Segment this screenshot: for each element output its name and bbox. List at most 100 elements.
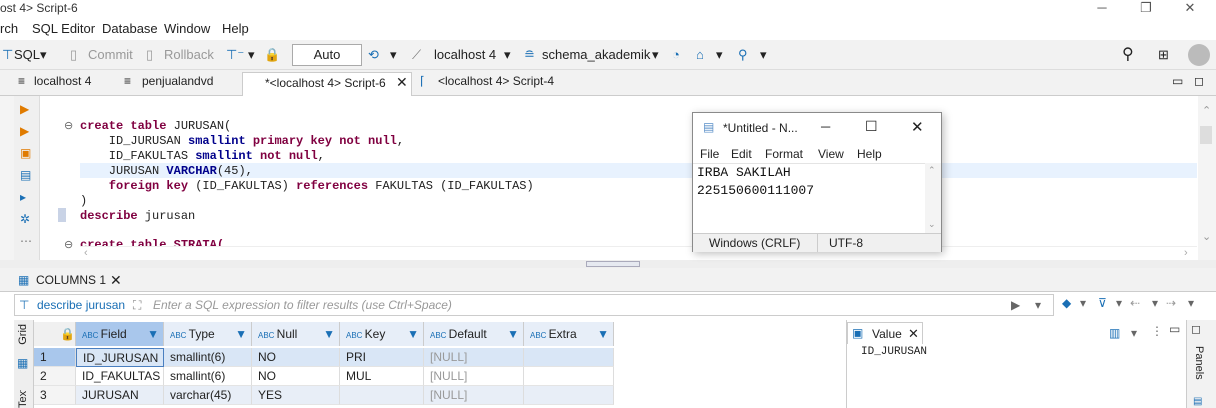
row-number[interactable]: 1 [34, 348, 76, 367]
maximize-icon[interactable]: ◻ [1191, 322, 1201, 336]
column-header-null[interactable]: ABC Null ▼ [252, 322, 340, 346]
grid-icon[interactable]: ▦ [17, 356, 28, 370]
scroll-thumb[interactable] [1200, 126, 1212, 144]
column-header-key[interactable]: ABC Key ▼ [340, 322, 424, 346]
minimize-icon[interactable]: ▭ [1169, 322, 1180, 336]
dashboard-icon[interactable]: ◔ [672, 47, 680, 62]
avatar[interactable] [1188, 44, 1210, 66]
menu-window[interactable]: Window [164, 21, 210, 36]
code-line-5[interactable]: foreign key (ID_FAKULTAS) references FAK… [80, 179, 534, 193]
maximize-button[interactable]: ❐ [1132, 0, 1160, 16]
table-cell[interactable]: MUL [340, 367, 424, 386]
row-number[interactable]: 3 [34, 386, 76, 405]
code-line-6[interactable]: ) [80, 194, 87, 208]
column-header-type[interactable]: ABC Type ▼ [164, 322, 252, 346]
table-cell[interactable]: ID_FAKULTAS [76, 367, 164, 386]
close-icon[interactable]: ✕ [110, 272, 122, 289]
filter-icon[interactable]: ⊽ [1098, 296, 1107, 310]
splitter-handle[interactable] [586, 261, 640, 267]
table-cell[interactable]: [NULL] [424, 386, 524, 405]
scroll-up-icon[interactable]: ⌃ [1202, 104, 1211, 117]
chevron-down-icon[interactable]: ▼ [597, 322, 609, 346]
code-line-8[interactable]: create table STRATA( [80, 238, 224, 246]
chevron-down-icon[interactable]: ▾ [248, 47, 255, 63]
code-line-3[interactable]: ID_FAKULTAS smallint not null, [80, 149, 325, 163]
rollback-button[interactable]: Rollback [164, 47, 214, 62]
menu-sql-editor[interactable]: SQL Editor [32, 21, 95, 36]
table-cell[interactable] [524, 367, 614, 386]
menu-view[interactable]: View [818, 147, 844, 161]
scroll-up-icon[interactable]: ⌃ [928, 165, 936, 176]
tab-value[interactable]: ▣ Value ✕ [847, 322, 923, 344]
code-line-2[interactable]: ID_JURUSAN smallint primary key not null… [80, 134, 404, 148]
menu-file[interactable]: File [700, 147, 719, 161]
tab-columns-1[interactable]: COLUMNS 1 [36, 273, 106, 287]
commit-button[interactable]: Commit [88, 47, 133, 62]
execute-icon[interactable]: ▶ [20, 102, 29, 116]
close-button[interactable]: ✕ [911, 118, 924, 136]
console-icon[interactable]: ▸ [20, 190, 26, 204]
content-viewer-icon[interactable]: ▥ [1109, 326, 1120, 340]
table-cell[interactable] [524, 348, 614, 367]
menu-help[interactable]: Help [222, 21, 249, 36]
menu-edit[interactable]: Edit [731, 147, 752, 161]
table-cell[interactable]: NO [252, 367, 340, 386]
menu-search[interactable]: rch [0, 21, 18, 36]
text-view-tab[interactable]: Text [17, 390, 29, 408]
chevron-down-icon[interactable]: ▾ [40, 47, 47, 63]
row-number[interactable]: 2 [34, 367, 76, 386]
filter-input[interactable]: Enter a SQL expression to filter results… [153, 298, 452, 312]
table-cell[interactable]: smallint(6) [164, 348, 252, 367]
code-line-7[interactable]: describe jurusan [80, 209, 195, 223]
table-cell[interactable]: ID_JURUSAN [76, 348, 164, 367]
chevron-down-icon[interactable]: ▾ [716, 47, 723, 63]
close-button[interactable]: ✕ [1176, 0, 1204, 16]
chevron-down-icon[interactable]: ▼ [235, 322, 247, 346]
table-cell[interactable]: JURUSAN [76, 386, 164, 405]
chevron-down-icon[interactable]: ▾ [652, 47, 659, 63]
panel-splitter[interactable] [0, 260, 1216, 268]
search-icon[interactable]: ⚲ [738, 47, 748, 63]
panel-icon[interactable]: ▤ [1193, 396, 1202, 407]
tab-penjualandvd[interactable]: penjualandvd [142, 74, 213, 88]
chevron-down-icon[interactable]: ▼ [147, 322, 159, 346]
panels-tab[interactable]: Panels [1193, 346, 1205, 380]
gear-icon[interactable]: ✲ [20, 212, 30, 226]
notepad-line-2[interactable]: 225150600111007 [697, 183, 814, 198]
table-cell[interactable]: NO [252, 348, 340, 367]
table-cell[interactable]: [NULL] [424, 367, 524, 386]
fold-icon[interactable]: ⊖ [64, 119, 73, 132]
minimize-button[interactable]: ─ [821, 119, 830, 134]
chevron-down-icon[interactable]: ▾ [1116, 296, 1122, 310]
code-line-4[interactable]: JURUSAN VARCHAR(45), [80, 164, 253, 178]
chevron-down-icon[interactable]: ▾ [1188, 296, 1194, 310]
explain-icon[interactable]: ▤ [20, 168, 31, 182]
table-cell[interactable] [340, 386, 424, 405]
chevron-down-icon[interactable]: ▾ [760, 47, 767, 63]
scroll-right-icon[interactable]: › [1184, 247, 1188, 259]
close-icon[interactable]: ✕ [908, 326, 919, 342]
menu-format[interactable]: Format [765, 147, 803, 161]
chevron-down-icon[interactable]: ▾ [1080, 296, 1086, 310]
chevron-down-icon[interactable]: ▾ [504, 47, 511, 63]
sql-icon[interactable]: ⊤ [2, 47, 13, 63]
minimize-button[interactable]: ─ [1088, 0, 1116, 16]
table-cell[interactable]: [NULL] [424, 348, 524, 367]
chevron-down-icon[interactable]: ▼ [507, 322, 519, 346]
tab-script-4[interactable]: <localhost 4> Script-4 [438, 74, 554, 88]
code-line-1[interactable]: create table JURUSAN( [80, 119, 231, 133]
table-cell[interactable]: smallint(6) [164, 367, 252, 386]
vertical-scrollbar[interactable]: ⌃ ⌄ [1198, 96, 1216, 264]
horizontal-scrollbar[interactable]: ‹ › [80, 246, 1197, 260]
column-header-extra[interactable]: ABC Extra ▼ [524, 322, 614, 346]
column-header-default[interactable]: ABC Default ▼ [424, 322, 524, 346]
query-label[interactable]: describe jurusan [37, 298, 125, 312]
sql-button[interactable]: SQL [14, 47, 40, 62]
minimize-editor-icon[interactable]: ▭ [1172, 74, 1183, 88]
fold-icon[interactable]: ⊖ [64, 238, 73, 251]
grid-view-tab[interactable]: Grid [17, 324, 29, 345]
chevron-down-icon[interactable]: ▾ [1131, 326, 1137, 340]
back-icon[interactable]: ⇠ [1130, 296, 1140, 310]
chevron-down-icon[interactable]: ▼ [323, 322, 335, 346]
auto-commit-field[interactable]: Auto [292, 44, 362, 66]
